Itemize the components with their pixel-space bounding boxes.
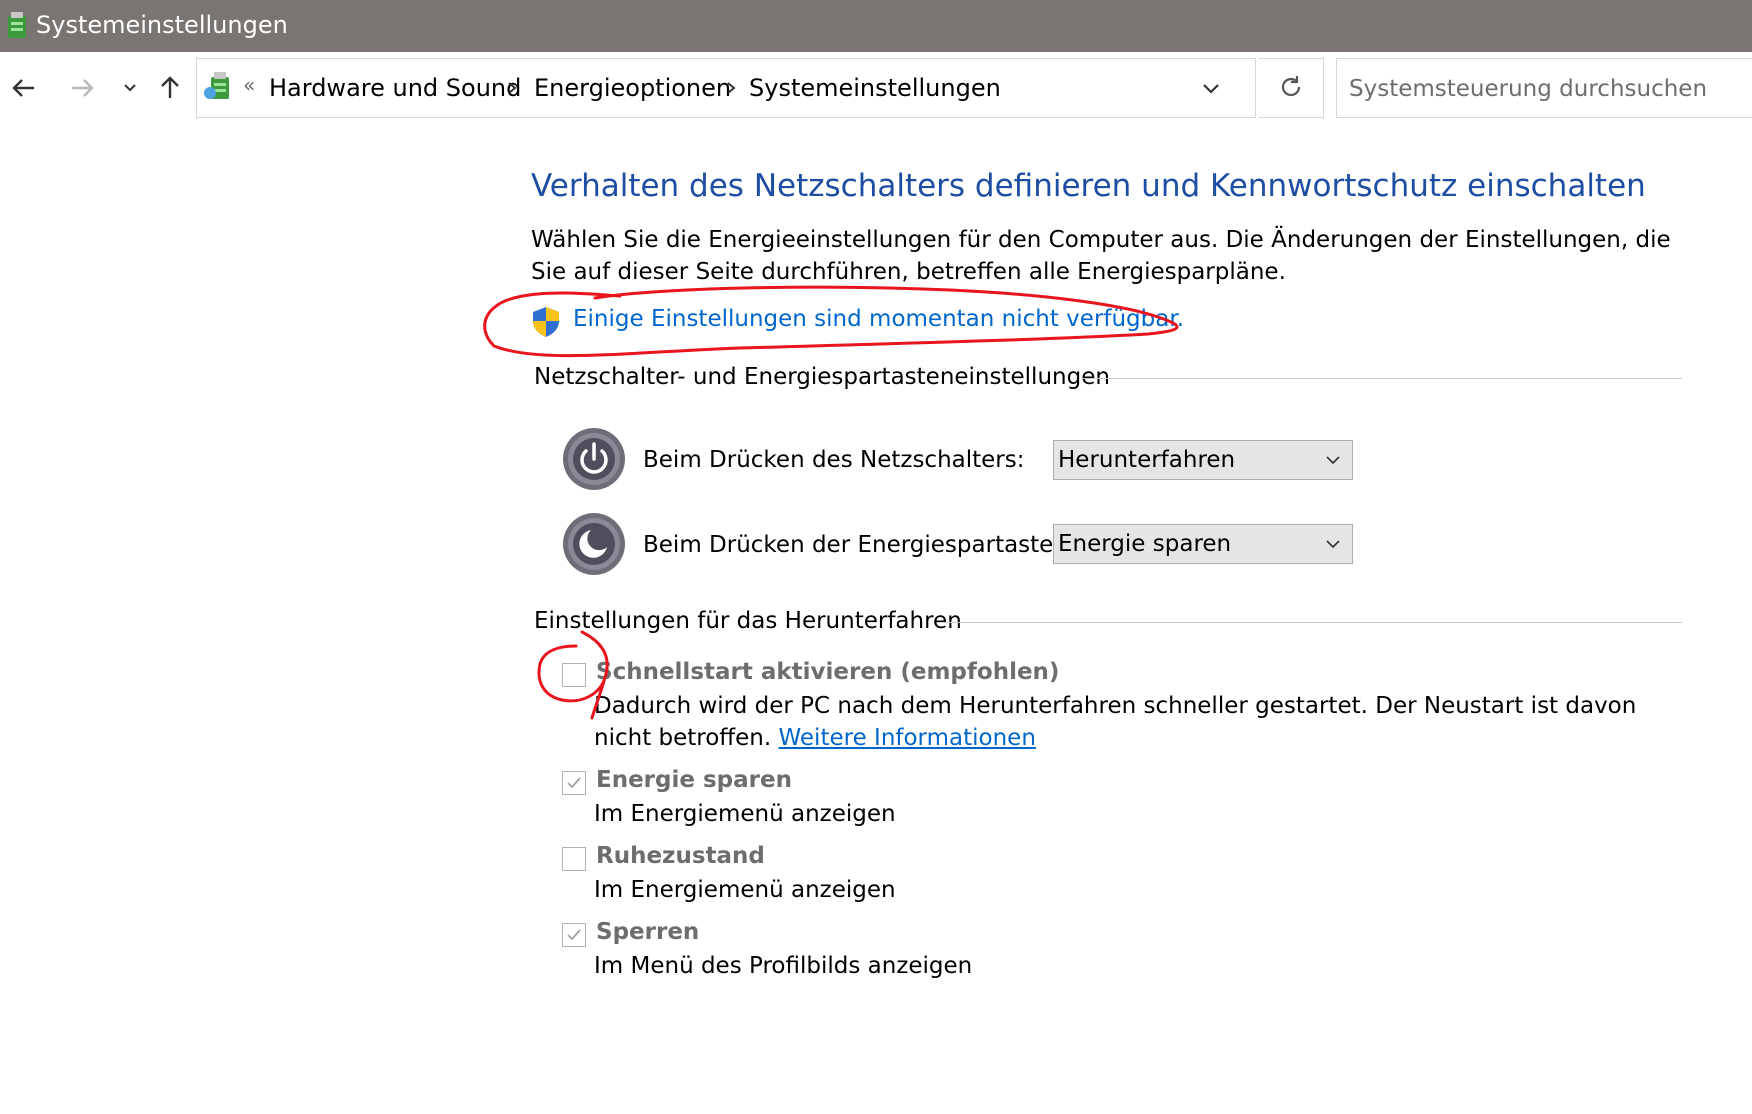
hidden-path-icon[interactable]: « [243,73,255,97]
arrow-left-icon [12,79,34,97]
content-area: Verhalten des Netzschalters definieren u… [0,124,1752,1114]
lock-checkbox[interactable] [562,923,586,947]
checkmark-icon [567,777,581,789]
chevron-down-icon[interactable] [1197,75,1225,103]
hibernate-checkbox[interactable] [562,847,586,871]
forward-button[interactable] [62,68,102,108]
sleep-menu-checkbox[interactable] [562,771,586,795]
shutdown-settings-heading: Einstellungen für das Herunterfahren [534,608,962,634]
arrow-up-icon [161,76,179,98]
fast-startup-description: Dadurch wird der PC nach dem Herunterfah… [594,690,1694,754]
uac-shield-icon [533,307,559,337]
unavailable-settings-link[interactable]: Einige Einstellungen sind momentan nicht… [573,306,1184,332]
section-divider [945,622,1682,623]
hibernate-label: Ruhezustand [596,843,765,869]
address-bar[interactable]: « Hardware und Sound Energieoptionen Sys… [196,58,1256,118]
window-title: Systemeinstellungen [36,11,288,39]
lock-label: Sperren [596,919,700,945]
fast-startup-label: Schnellstart aktivieren (empfohlen) [596,659,1060,685]
arrow-right-icon [72,79,94,97]
power-buttons-heading: Netzschalter- und Energiespartasteneinst… [534,364,1110,390]
lock-description: Im Menü des Profilbilds anzeigen [594,953,973,979]
breadcrumb-hardware-sound[interactable]: Hardware und Sound [269,73,521,103]
checkmark-icon [567,929,581,941]
chevron-down-icon [124,84,136,92]
page-title: Verhalten des Netzschalters definieren u… [531,168,1646,204]
power-button-select-value: Herunterfahren [1058,447,1236,473]
search-input[interactable] [1347,69,1751,109]
control-panel-icon [8,12,26,38]
sleep-menu-label: Energie sparen [596,767,792,793]
chevron-right-icon[interactable] [724,75,738,101]
chevron-down-icon [1326,540,1340,549]
page-description: Wählen Sie die Energieeinstellungen für … [531,227,1671,285]
up-button[interactable] [150,68,190,108]
section-divider [1082,378,1682,379]
search-box[interactable] [1336,58,1752,118]
recent-locations-button[interactable] [110,68,150,108]
sleep-menu-description: Im Energiemenü anzeigen [594,801,896,827]
control-panel-icon [204,72,229,99]
chevron-down-icon [1326,456,1340,465]
refresh-button[interactable] [1258,58,1324,118]
sleep-button-select[interactable]: Energie sparen [1053,524,1353,564]
navigation-bar: « Hardware und Sound Energieoptionen Sys… [0,52,1752,124]
more-info-link[interactable]: Weitere Informationen [779,725,1036,751]
refresh-icon [1281,76,1301,97]
chevron-right-icon[interactable] [505,75,519,101]
breadcrumb-energieoptionen[interactable]: Energieoptionen [534,73,731,103]
fast-startup-checkbox[interactable] [562,663,586,687]
title-bar: Systemeinstellungen [0,0,1752,52]
fast-startup-description-text: Dadurch wird der PC nach dem Herunterfah… [594,693,1637,751]
back-button[interactable] [4,68,44,108]
power-button-icon [563,428,625,490]
power-button-label: Beim Drücken des Netzschalters: [643,447,1025,473]
sleep-button-label: Beim Drücken der Energiespartaste: [643,532,1062,558]
hibernate-description: Im Energiemenü anzeigen [594,877,896,903]
sleep-button-select-value: Energie sparen [1058,531,1232,557]
sleep-button-icon [563,513,625,575]
power-button-select[interactable]: Herunterfahren [1053,440,1353,480]
breadcrumb-systemeinstellungen[interactable]: Systemeinstellungen [749,73,1001,103]
